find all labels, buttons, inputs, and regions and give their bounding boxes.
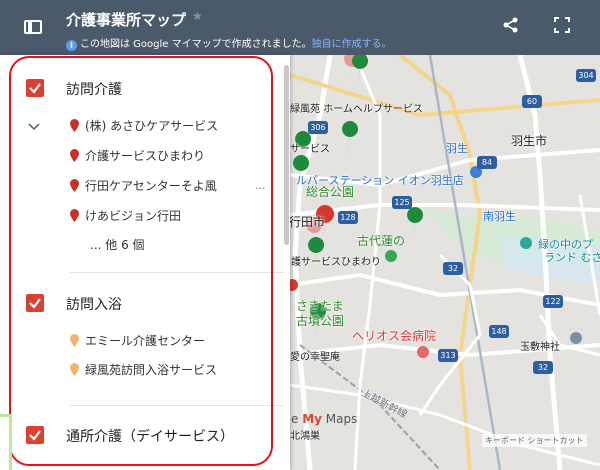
route-shield: 148 <box>489 325 509 338</box>
layer-checkbox-visit-bath[interactable] <box>26 294 44 312</box>
hospital-icon[interactable] <box>417 346 429 358</box>
layer-title[interactable]: 訪問入浴 <box>66 294 122 314</box>
check-icon <box>29 83 41 94</box>
map-label: 古代蓮の <box>357 234 406 248</box>
route-shield: 306 <box>308 121 328 134</box>
route-shield: 60 <box>522 95 542 108</box>
layer-checkbox-visit-care[interactable] <box>26 79 44 97</box>
list-item[interactable]: 介護サービスひまわり <box>70 147 205 167</box>
pin-icon <box>70 363 79 376</box>
pin-icon <box>70 149 79 162</box>
route-shield: 32 <box>533 361 553 374</box>
route-shield: 304 <box>576 69 596 82</box>
map-label: 羽生 <box>446 142 468 155</box>
star-icon[interactable]: ★ <box>192 9 203 23</box>
map-label: 愛の幸聖庵 <box>290 352 340 363</box>
map-label: 護サービスひまわり <box>291 257 381 268</box>
map-label: ランド むさ <box>544 251 600 264</box>
list-item[interactable]: 緑風苑訪問入浴サービス <box>70 361 217 381</box>
show-more-link[interactable]: ... 他 6 個 <box>90 236 145 253</box>
keyboard-shortcuts-link[interactable]: キーボード ショートカット <box>482 434 587 447</box>
subtitle-text: この地図は Google マイマップで作成されました。 <box>80 39 312 50</box>
more-options-icon[interactable]: ... <box>255 179 266 192</box>
park-icon[interactable] <box>520 237 532 249</box>
map-label: 緑風苑 ホームヘルプサービス <box>290 104 423 115</box>
map-label: 行田市 <box>289 215 326 229</box>
pin-icon <box>70 209 79 222</box>
check-icon <box>29 430 41 441</box>
route-shield: 125 <box>392 196 412 209</box>
park-icon[interactable] <box>385 250 397 262</box>
chevron-down-icon[interactable] <box>28 122 40 132</box>
divider <box>70 272 284 273</box>
map-label: 南羽生 <box>483 210 516 223</box>
route-shield: 32 <box>443 262 463 275</box>
map-label: 北鴻巣 <box>290 431 320 442</box>
share-icon[interactable] <box>502 16 520 34</box>
list-item[interactable]: (株) あさひケアサービス <box>70 117 218 137</box>
list-item[interactable]: エミール介護センター <box>70 332 205 352</box>
scrollbar-thumb[interactable] <box>284 65 289 245</box>
shrine-icon[interactable] <box>570 332 582 344</box>
side-panel-toggle-icon[interactable] <box>24 20 42 34</box>
legend-panel: 訪問介護 (株) あさひケアサービス 介護サービスひまわり 行田ケアセンターそよ… <box>0 55 290 470</box>
map-label: 羽生市 <box>511 134 548 148</box>
create-own-link[interactable]: 独自に作成する。 <box>312 39 392 50</box>
route-shield: 128 <box>338 211 358 224</box>
map-label: 玉敷神社 <box>520 342 560 353</box>
map-subtitle: i この地図は Google マイマップで作成されました。独自に作成する。 <box>66 35 392 51</box>
list-item[interactable]: 行田ケアセンターそよ風 <box>70 177 217 197</box>
my-maps-branding: e My Maps <box>291 412 358 426</box>
pin-icon <box>70 334 79 347</box>
route-shield: 84 <box>477 156 497 169</box>
pin-icon <box>70 179 79 192</box>
pin-icon <box>70 119 79 132</box>
layer-title[interactable]: 訪問介護 <box>66 79 122 99</box>
map-label: 古墳公園 <box>296 314 345 328</box>
divider <box>70 405 284 406</box>
app-header: 介護事業所マップ ★ i この地図は Google マイマップで作成されました。独… <box>0 0 600 55</box>
map-label: 総合公園 <box>306 185 355 199</box>
layer-checkbox-day-service[interactable] <box>26 426 44 444</box>
map-label: ヘリオス会病院 <box>352 329 437 343</box>
info-icon: i <box>66 40 77 51</box>
check-icon <box>29 298 41 309</box>
map-title: 介護事業所マップ <box>66 11 187 29</box>
layer-title[interactable]: 通所介護（デイサービス） <box>66 426 234 446</box>
route-shield: 313 <box>438 349 458 362</box>
map-label: サービス <box>290 144 330 155</box>
list-item[interactable]: けあビジョン行田 <box>70 207 181 227</box>
route-shield: 122 <box>543 295 563 308</box>
fullscreen-icon[interactable] <box>554 17 570 33</box>
